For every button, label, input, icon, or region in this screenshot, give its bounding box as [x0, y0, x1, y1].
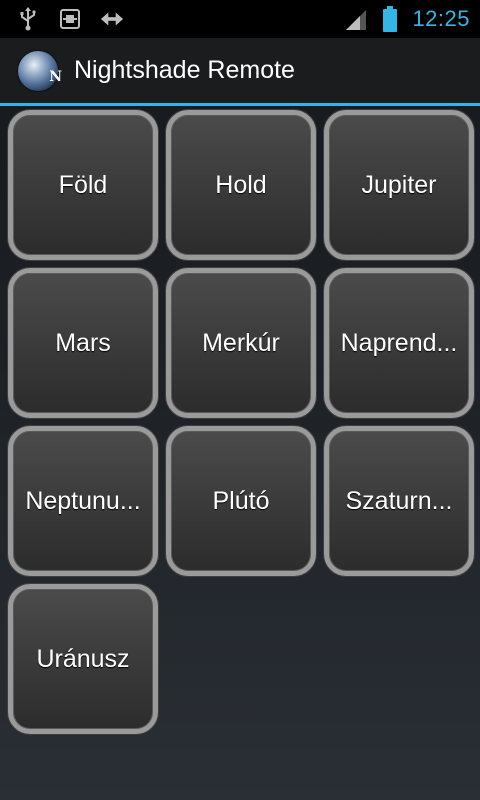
- planet-button-pluto[interactable]: Plútó: [166, 426, 316, 576]
- planet-button-hold[interactable]: Hold: [166, 110, 316, 260]
- app-title: Nightshade Remote: [74, 56, 295, 84]
- clock: 12:25: [412, 6, 470, 31]
- signal-icon: [344, 7, 368, 31]
- debug-icon: [58, 7, 82, 31]
- planet-button-szaturnusz[interactable]: Szaturn...: [324, 426, 474, 576]
- planet-button-fold[interactable]: Föld: [8, 110, 158, 260]
- planet-grid: Föld Hold Jupiter Mars Merkúr Naprend...…: [8, 110, 474, 734]
- planet-button-jupiter[interactable]: Jupiter: [324, 110, 474, 260]
- notification-icons: [0, 7, 124, 31]
- planet-button-merkur[interactable]: Merkúr: [166, 268, 316, 418]
- sync-icon: [100, 7, 124, 31]
- battery-icon: [378, 6, 402, 32]
- planet-button-uranusz[interactable]: Uránusz: [8, 584, 158, 734]
- planet-button-neptunusz[interactable]: Neptunu...: [8, 426, 158, 576]
- action-bar: N Nightshade Remote: [0, 38, 480, 106]
- status-bar: 12:25: [0, 0, 480, 38]
- app-icon-letter: N: [49, 68, 62, 85]
- planet-logo-icon[interactable]: N: [18, 50, 62, 91]
- planet-button-mars[interactable]: Mars: [8, 268, 158, 418]
- planet-button-naprendszer[interactable]: Naprend...: [324, 268, 474, 418]
- usb-icon: [16, 7, 40, 31]
